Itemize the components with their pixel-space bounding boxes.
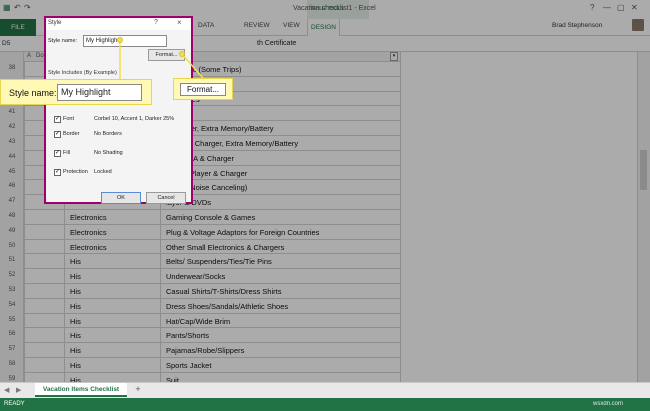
callout-connectors [119, 40, 204, 79]
callout-pointer-dot [179, 51, 185, 57]
connector-line [181, 53, 204, 79]
callout-pointer-dot [117, 37, 123, 43]
